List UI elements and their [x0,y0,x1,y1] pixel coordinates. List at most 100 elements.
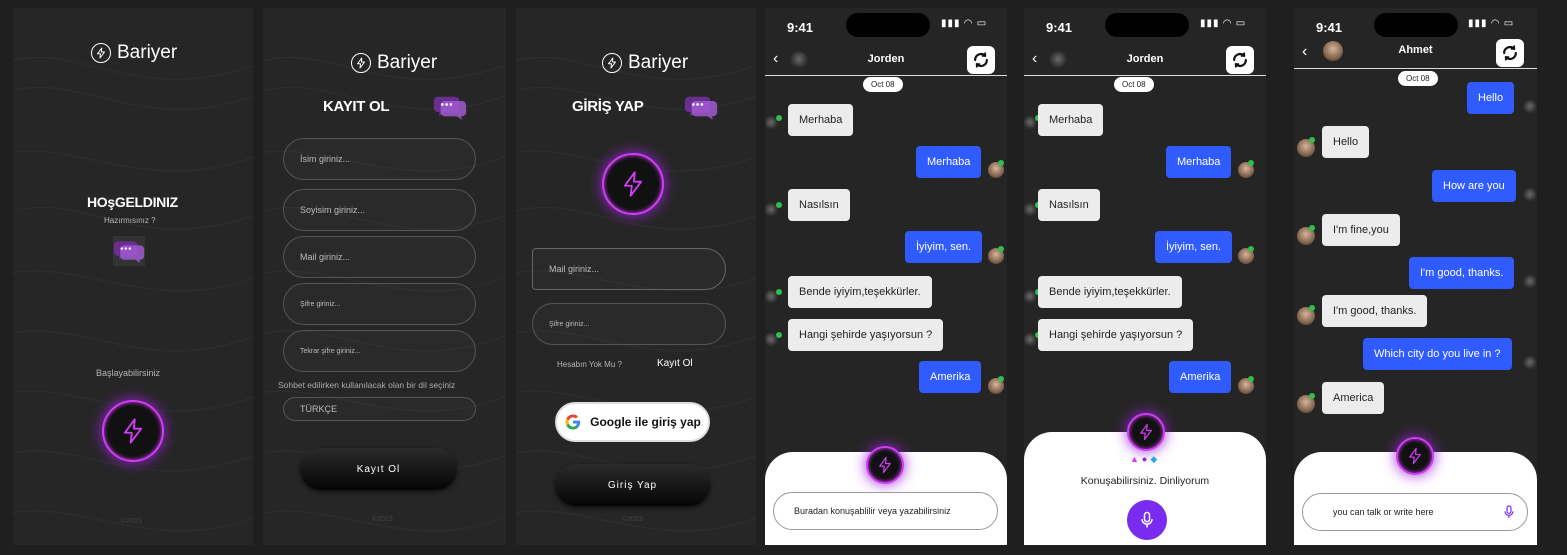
copyright: ©2023 [121,518,142,525]
online-dot [776,332,782,338]
message-input-placeholder: you can talk or write here [1333,507,1434,517]
dynamic-island [1374,13,1458,37]
message-out: Amerika [919,361,982,393]
bolt-icon [1409,447,1421,465]
email-field[interactable]: Mail giriniz... [532,248,726,290]
own-avatar [1523,356,1537,370]
register-link[interactable]: Kayıt Ol [657,358,693,369]
message-in: Bende iyiyim,teşekkürler. [1038,276,1182,308]
listening-dots-icon: ▲●◆ [1130,454,1161,464]
listening-label: Konuşabilirsiniz. Dinliyorum [1080,475,1210,487]
online-dot [776,202,782,208]
message-out: İyiyim, sen. [905,231,983,263]
brand-logo: Bariyer [91,42,177,64]
message-input[interactable]: Buradan konuşablilir veya yazabilirsiniz [773,492,998,530]
signal-wifi-battery-icon: ▮▮▮ ◠ ▭ [1200,18,1247,29]
start-bolt-button[interactable] [102,400,164,462]
brand-logo: Bariyer [351,52,437,74]
date-chip: Oct 08 [1114,77,1154,92]
message-input-placeholder: Buradan konuşablilir veya yazabilirsiniz [794,506,951,516]
dynamic-island [1105,13,1189,37]
chat-screen-ahmet: 9:41 ▮▮▮ ◠ ▭ ‹ Ahmet Oct 08 Hello Hello … [1294,8,1537,545]
mic-button[interactable] [1127,500,1167,540]
online-dot [776,289,782,295]
voice-bolt-button[interactable] [1127,413,1165,451]
message-out: Hello [1467,82,1515,114]
sync-button[interactable] [967,46,995,74]
surname-field[interactable]: Soyisim giriniz... [283,189,476,231]
status-time: 9:41 [787,20,814,35]
sync-button[interactable] [1496,39,1524,67]
sync-button[interactable] [1226,46,1254,74]
message-out: Amerika [1169,361,1232,393]
message-out: How are you [1432,170,1516,202]
password-field[interactable]: Şifre giriniz... [532,303,726,345]
bolt-icon [1140,423,1152,441]
chat-screen-jorden: 9:41 ▮▮▮ ◠ ▭ ‹ Jorden Oct 08 Merhaba Mer… [765,8,1007,545]
language-hint: Sohbet edilirken kullanılacak olan bir d… [278,380,456,390]
status-bar: 9:41 ▮▮▮ ◠ ▭ [765,8,1007,48]
message-in: Nasılsın [1038,189,1100,221]
sync-icon [1503,44,1517,62]
email-field[interactable]: Mail giriniz... [283,236,476,278]
bolt-icon [879,456,891,474]
online-dot [1309,305,1315,311]
bolt-icon [623,171,643,197]
message-in: Bende iyiyim,teşekkürler. [788,276,932,308]
date-chip: Oct 08 [863,77,903,92]
message-out: Merhaba [916,146,982,178]
login-screen: Bariyer GİRİŞ YAP Mail giriniz... Şifre … [516,8,756,545]
register-screen: Bariyer KAYIT OL İsim giriniz... Soyisim… [263,8,506,545]
name-field[interactable]: İsim giriniz... [283,138,476,180]
language-select[interactable]: TÜRKÇE [283,397,476,421]
date-chip: Oct 08 [1398,71,1438,86]
online-dot [1248,160,1254,166]
message-out: İyiyim, sen. [1155,231,1233,263]
online-dot [998,376,1004,382]
dynamic-island [846,13,930,37]
background-waves [13,56,253,532]
message-in: Merhaba [1038,104,1104,136]
online-dot [1309,393,1315,399]
online-dot [998,246,1004,252]
login-bolt-button[interactable] [602,153,664,215]
welcome-subtitle: Hazırmısınız ? [104,216,156,225]
login-submit-button[interactable]: Giriş Yap [555,464,710,506]
password-repeat-field[interactable]: Tekrar şifre giriniz... [283,330,476,372]
login-title: GİRİŞ YAP [572,98,644,115]
sync-icon [1233,51,1247,69]
mic-icon [1141,511,1153,529]
own-avatar [1523,100,1537,114]
register-submit-button[interactable]: Kayıt Ol [300,448,457,490]
message-in: Merhaba [788,104,854,136]
signal-wifi-battery-icon: ▮▮▮ ◠ ▭ [1468,18,1515,29]
google-login-button[interactable]: Google ile giriş yap [555,402,710,442]
message-in: Hangi şehirde yaşıyorsun ? [788,319,944,351]
own-avatar [1523,188,1537,202]
start-label: Başlayabilirsiniz [96,368,161,378]
message-in: Hello [1322,126,1370,158]
message-out: Which city do you live in ? [1363,338,1512,370]
status-time: 9:41 [1046,20,1073,35]
bolt-icon [123,418,143,444]
message-out: I'm good, thanks. [1409,257,1515,289]
status-bar: 9:41 ▮▮▮ ◠ ▭ [1024,8,1266,48]
chat-bubbles-icon [113,236,145,266]
welcome-screen: Bariyer HOşGELDINIZ Hazırmısınız ? Başla… [13,8,253,545]
message-in: I'm good, thanks. [1322,295,1428,327]
password-field[interactable]: Şifre giriniz... [283,283,476,325]
mic-icon[interactable] [1501,504,1517,520]
voice-bolt-button[interactable] [1396,437,1434,475]
online-dot [776,115,782,121]
voice-bolt-button[interactable] [866,446,904,484]
message-in: Nasılsın [788,189,850,221]
brand-logo: Bariyer [602,52,688,74]
online-dot [998,160,1004,166]
chat-screen-listening: 9:41 ▮▮▮ ◠ ▭ ‹ Jorden Oct 08 Merhaba Mer… [1024,8,1266,545]
copyright: ©2023 [372,516,393,523]
copyright: ©2023 [622,516,643,523]
message-in: America [1322,382,1385,414]
own-avatar [1523,275,1537,289]
message-out: Merhaba [1166,146,1232,178]
message-input[interactable]: you can talk or write here [1302,493,1528,531]
